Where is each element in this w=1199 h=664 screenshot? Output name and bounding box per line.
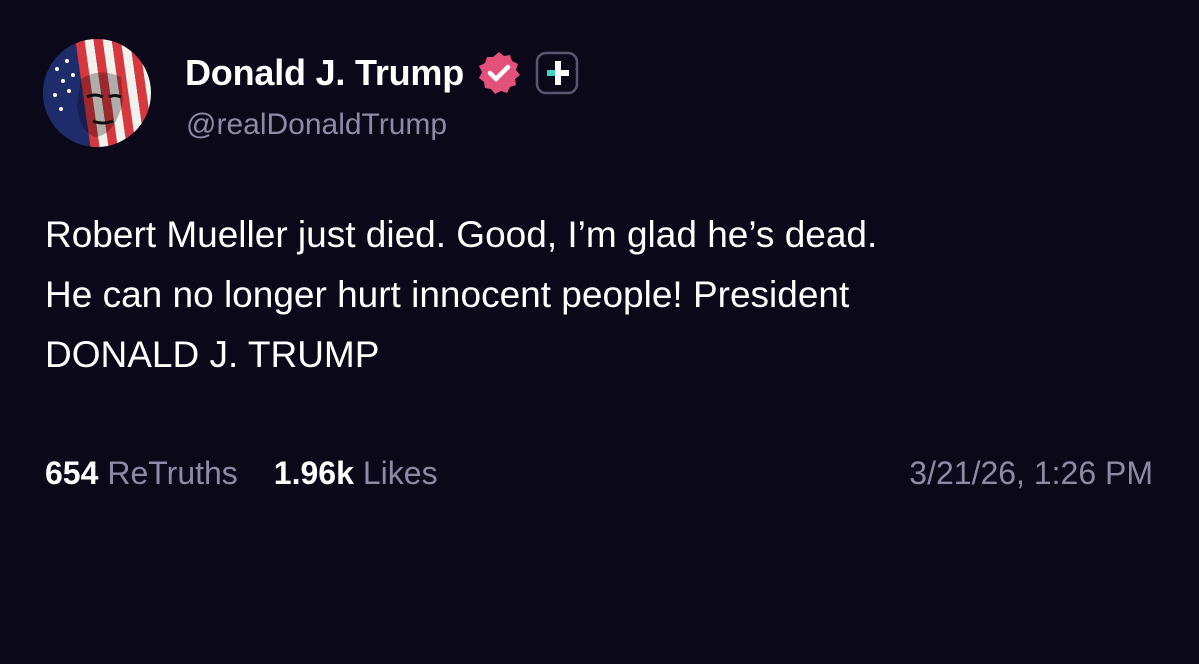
likes-label: Likes [362,455,438,491]
retruths-count: 654 [45,455,99,491]
post-body-text: Robert Mueller just died. Good, I’m glad… [45,214,878,375]
plus-badge-icon[interactable] [534,50,580,96]
avatar-flag-portrait-icon [43,39,151,147]
author-name-row: Donald J. Trump [185,50,580,96]
post-timestamp: 3/21/26, 1:26 PM [909,455,1153,491]
author-display-name[interactable]: Donald J. Trump [185,52,464,94]
likes-stat[interactable]: 1.96k Likes [274,455,438,492]
retruths-label: ReTruths [107,455,238,491]
post-card: Donald J. Trump @realDonaldTrump Robert … [0,0,1199,664]
post-stats: 654 ReTruths 1.96k Likes [45,455,438,492]
likes-count: 1.96k [273,455,354,491]
verified-badge-icon [479,52,521,94]
author-handle[interactable]: @realDonaldTrump [186,108,447,142]
author-avatar[interactable] [43,39,151,147]
retruths-stat[interactable]: 654 ReTruths [45,455,238,492]
